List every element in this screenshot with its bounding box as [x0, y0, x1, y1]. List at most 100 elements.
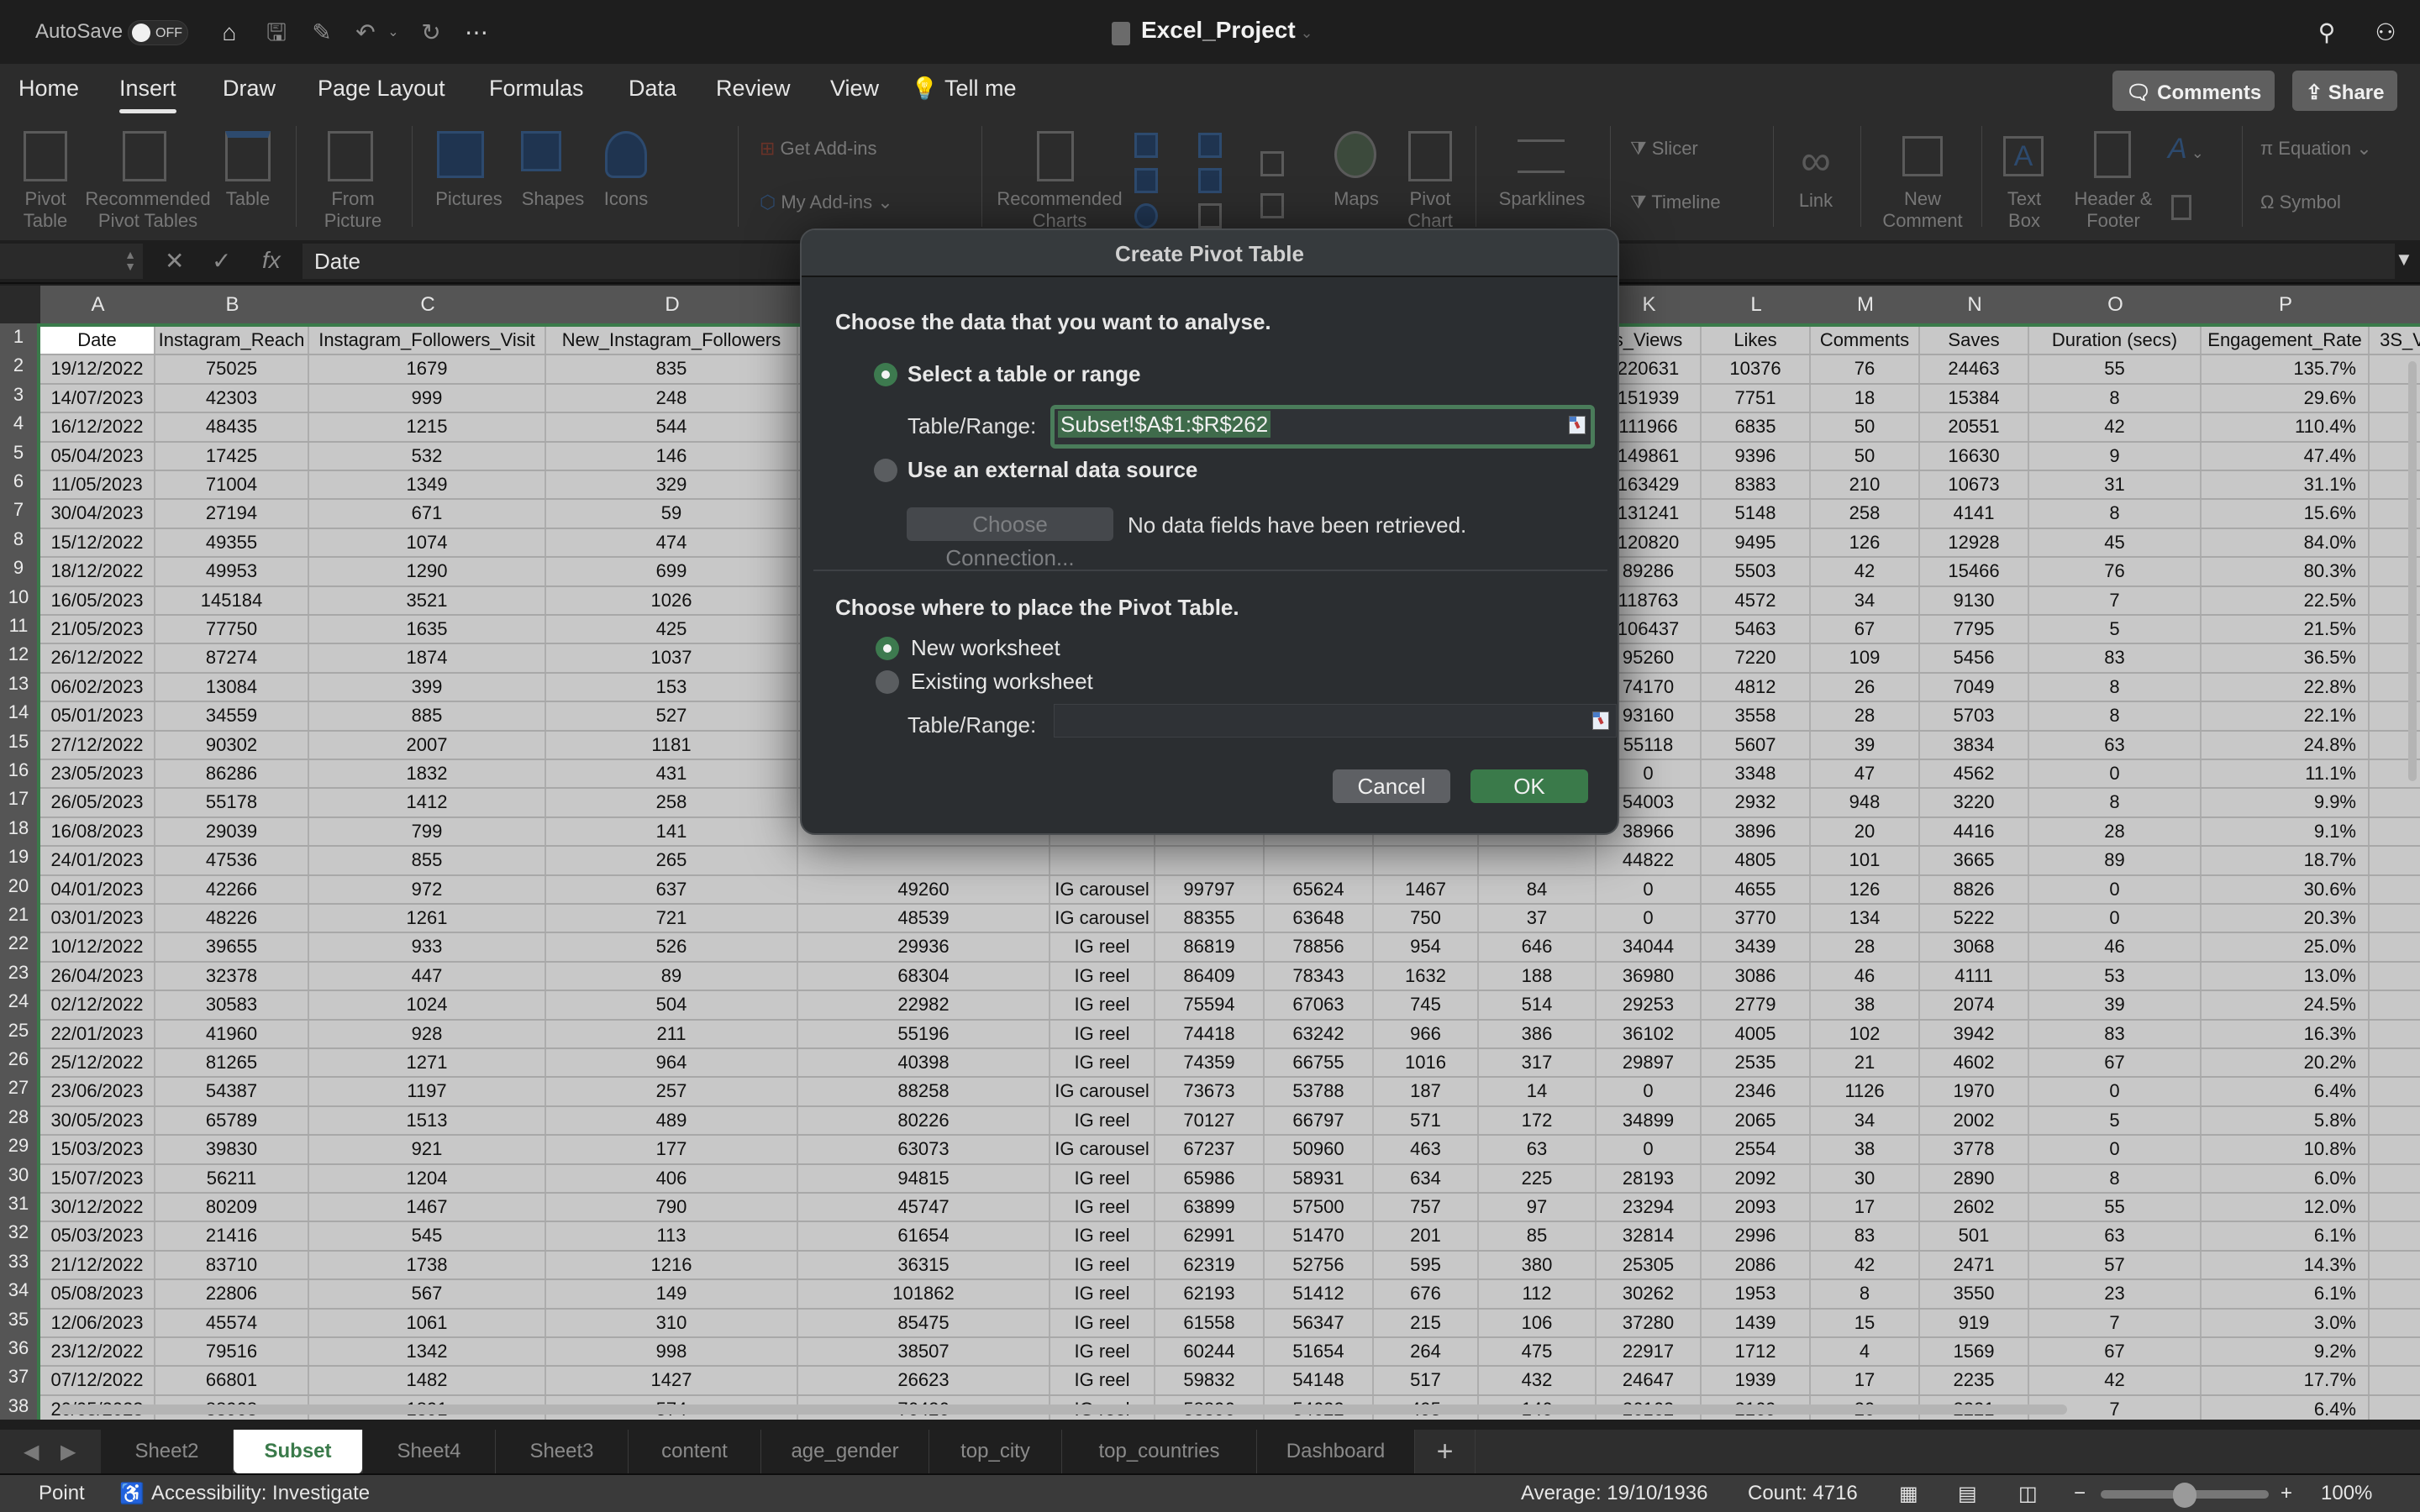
cell[interactable]: 1342 — [309, 1338, 546, 1366]
cell[interactable]: 39 — [1811, 731, 1920, 759]
sheet-tab-sheet2[interactable]: Sheet2 — [101, 1430, 234, 1473]
cell[interactable]: 2235 — [1920, 1367, 2029, 1394]
accessibility-status[interactable]: Accessibility: Investigate — [151, 1482, 370, 1505]
cell[interactable]: 0 — [2029, 875, 2202, 903]
row-header[interactable]: 1 — [0, 323, 37, 350]
cell[interactable] — [2370, 1107, 2420, 1134]
cell[interactable]: 211 — [546, 1020, 798, 1047]
new-worksheet-radio[interactable] — [876, 637, 899, 660]
cell[interactable]: 1016 — [1374, 1049, 1479, 1077]
name-box[interactable]: ▲ ▼ — [0, 244, 143, 279]
cell[interactable]: 37280 — [1597, 1309, 1702, 1336]
cell[interactable]: 567 — [309, 1280, 546, 1308]
row-header[interactable]: 8 — [0, 526, 37, 553]
cell[interactable]: 26623 — [798, 1367, 1050, 1394]
cell[interactable]: 257 — [546, 1078, 798, 1105]
cell[interactable]: 0 — [2029, 1078, 2202, 1105]
cell[interactable]: 41960 — [155, 1020, 309, 1047]
row-header[interactable]: 29 — [0, 1132, 37, 1159]
cell[interactable]: 2471 — [1920, 1251, 2029, 1279]
cell[interactable]: 23294 — [1597, 1194, 1702, 1221]
cell[interactable]: 54148 — [1265, 1367, 1374, 1394]
cell[interactable]: 3778 — [1920, 1136, 2029, 1163]
share-people-icon[interactable]: ⚇ — [2371, 18, 2400, 47]
cell[interactable]: 67237 — [1155, 1136, 1265, 1163]
cell[interactable]: 25/12/2022 — [40, 1049, 155, 1077]
cell[interactable] — [1050, 847, 1155, 874]
cell[interactable]: 799 — [309, 817, 546, 846]
cell[interactable]: 63648 — [1265, 905, 1374, 932]
cell[interactable]: 225 — [1479, 1164, 1597, 1192]
cell[interactable]: 1074 — [309, 528, 546, 557]
cell[interactable]: 55178 — [155, 789, 309, 816]
cell[interactable]: IG reel — [1050, 1164, 1155, 1192]
cell[interactable]: 29936 — [798, 933, 1050, 961]
cell[interactable]: 3558 — [1702, 702, 1811, 730]
cell[interactable]: 39655 — [155, 933, 309, 961]
column-header-a[interactable]: A — [40, 286, 155, 323]
ok-button[interactable]: OK — [1470, 769, 1588, 803]
statistic-chart-icon[interactable] — [1198, 168, 1222, 193]
cell[interactable]: 676 — [1374, 1280, 1479, 1308]
timeline-button[interactable]: ⧩ Timeline — [1630, 192, 1721, 213]
cell[interactable]: 671 — [309, 500, 546, 528]
save-icon[interactable]: 🖫 — [262, 18, 291, 47]
pivot-chart-button[interactable]: Pivot Chart — [1400, 131, 1460, 232]
save-as-icon[interactable]: ✎ — [308, 18, 336, 47]
cell[interactable]: 4 — [1811, 1338, 1920, 1366]
sheet-tab-top-city[interactable]: top_city — [929, 1430, 1062, 1473]
cell[interactable]: 15466 — [1920, 558, 2029, 585]
cell[interactable]: 58931 — [1265, 1164, 1374, 1192]
slicer-button[interactable]: ⧩ Slicer — [1630, 138, 1698, 160]
cell[interactable] — [2370, 1049, 2420, 1076]
cell[interactable] — [2370, 1194, 2420, 1221]
cell[interactable]: 3770 — [1702, 905, 1811, 932]
cell[interactable]: 28193 — [1597, 1164, 1702, 1192]
cell[interactable]: 21.5% — [2202, 616, 2370, 643]
cell[interactable]: IG reel — [1050, 962, 1155, 990]
cell[interactable]: 1832 — [309, 760, 546, 788]
cancel-formula-icon[interactable]: ✕ — [165, 247, 184, 275]
sparklines-button[interactable]: Sparklines — [1496, 131, 1588, 210]
cell[interactable]: 02/12/2022 — [40, 991, 155, 1019]
line-chart-icon[interactable] — [1134, 168, 1158, 193]
cell[interactable]: 8 — [2029, 384, 2202, 412]
cell[interactable]: IG reel — [1050, 1049, 1155, 1077]
cell[interactable]: 46 — [2029, 933, 2202, 961]
cell[interactable]: 34 — [1811, 1106, 1920, 1135]
cell[interactable]: 15/03/2023 — [40, 1136, 155, 1163]
cell[interactable]: 3896 — [1702, 817, 1811, 846]
cell[interactable]: 721 — [546, 905, 798, 932]
cell[interactable]: 0 — [1597, 905, 1702, 932]
cell[interactable]: 7049 — [1920, 673, 2029, 701]
cell[interactable]: 5222 — [1920, 905, 2029, 932]
external-source-radio[interactable] — [874, 459, 897, 482]
row-header[interactable]: 30 — [0, 1162, 37, 1189]
waterfall-chart-icon[interactable] — [1260, 151, 1284, 176]
cell[interactable]: 317 — [1479, 1049, 1597, 1077]
document-title[interactable]: Excel_Project — [1141, 17, 1296, 44]
home-icon[interactable]: ⌂ — [215, 18, 244, 47]
cell[interactable]: 637 — [546, 875, 798, 903]
cell[interactable]: 921 — [309, 1136, 546, 1163]
cell[interactable]: 10/12/2022 — [40, 933, 155, 961]
cell[interactable]: 1953 — [1702, 1280, 1811, 1308]
cell[interactable]: 329 — [546, 471, 798, 499]
cell[interactable]: 37 — [1479, 905, 1597, 932]
get-addins-button[interactable]: ⊞ Get Add-ins — [760, 138, 877, 160]
row-header[interactable]: 28 — [0, 1104, 37, 1131]
cell[interactable]: 8 — [2029, 702, 2202, 730]
more-icon[interactable]: ⋯ — [462, 18, 491, 47]
cell[interactable]: 966 — [1374, 1020, 1479, 1047]
cell[interactable]: 7 — [2029, 1309, 2202, 1336]
pictures-button[interactable]: Pictures — [429, 131, 509, 210]
cell[interactable]: 7 — [2029, 586, 2202, 614]
link-button[interactable]: ∞ Link — [1788, 131, 1844, 212]
cell[interactable]: 81265 — [155, 1049, 309, 1077]
row-header[interactable]: 2 — [0, 352, 37, 379]
cell[interactable]: IG reel — [1050, 1367, 1155, 1394]
cell[interactable]: 1349 — [309, 471, 546, 499]
cell[interactable]: 5.8% — [2202, 1106, 2370, 1135]
cell[interactable]: 30/05/2023 — [40, 1106, 155, 1135]
cell[interactable]: 101 — [1811, 847, 1920, 874]
